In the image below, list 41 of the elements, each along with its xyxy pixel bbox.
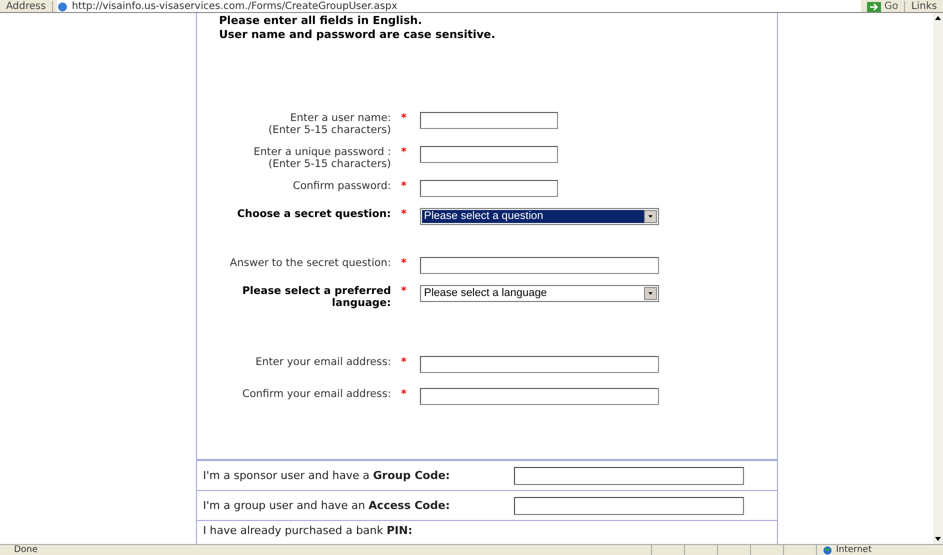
required-mark: * <box>400 112 408 124</box>
security-zone: Internet <box>816 545 943 555</box>
status-text: Done <box>13 545 39 555</box>
text-input[interactable] <box>420 180 558 197</box>
required-mark: * <box>400 356 408 368</box>
browser-icon <box>56 2 68 12</box>
required-mark: * <box>400 257 408 269</box>
scrollbar[interactable] <box>933 13 943 544</box>
field-label: Answer to the secret question: <box>228 257 391 269</box>
required-mark: * <box>400 285 408 297</box>
go-button[interactable]: Go <box>861 1 904 12</box>
code-input[interactable] <box>514 466 744 484</box>
text-input[interactable] <box>420 388 659 405</box>
address-label: Address <box>0 1 53 12</box>
field-label: Enter a user name: (Enter 5-15 characters) <box>267 112 391 136</box>
field-label: Choose a secret question: <box>236 208 391 220</box>
dropdown[interactable]: Please select a language <box>420 285 659 302</box>
code-label: I'm a sponsor user and have a Group Code: <box>203 469 451 482</box>
field-label: Confirm password: <box>292 180 391 192</box>
field-label: Confirm your email address: <box>241 388 391 400</box>
go-arrow-icon <box>867 2 882 12</box>
code-input[interactable] <box>514 496 744 514</box>
required-mark: * <box>400 180 408 192</box>
text-input[interactable] <box>420 356 659 373</box>
required-mark: * <box>400 388 408 400</box>
globe-icon <box>823 546 832 554</box>
text-input[interactable] <box>420 257 659 274</box>
required-mark: * <box>400 146 408 158</box>
code-label: I'm a group user and have an Access Code: <box>203 499 451 512</box>
field-label: Enter a unique password : (Enter 5-15 characters) <box>252 146 391 170</box>
field-label: Enter your email address: <box>254 356 391 368</box>
instruction-text: Please enter all fields in English. <box>219 14 423 28</box>
text-input[interactable] <box>420 146 558 163</box>
required-mark: * <box>400 208 408 220</box>
text-input[interactable] <box>420 112 558 129</box>
instruction-text: User name and password are case sensitive. <box>219 28 496 42</box>
links-button[interactable]: Links <box>904 1 943 12</box>
address-field[interactable]: http://visainfo.us-visaservices.com./Forms/CreateGroupUser.aspx <box>56 0 862 12</box>
code-label: I have already purchased a bank PIN: <box>203 524 414 537</box>
dropdown[interactable]: Please select a question <box>420 208 659 225</box>
field-label: Please select a preferred language: <box>241 285 391 309</box>
